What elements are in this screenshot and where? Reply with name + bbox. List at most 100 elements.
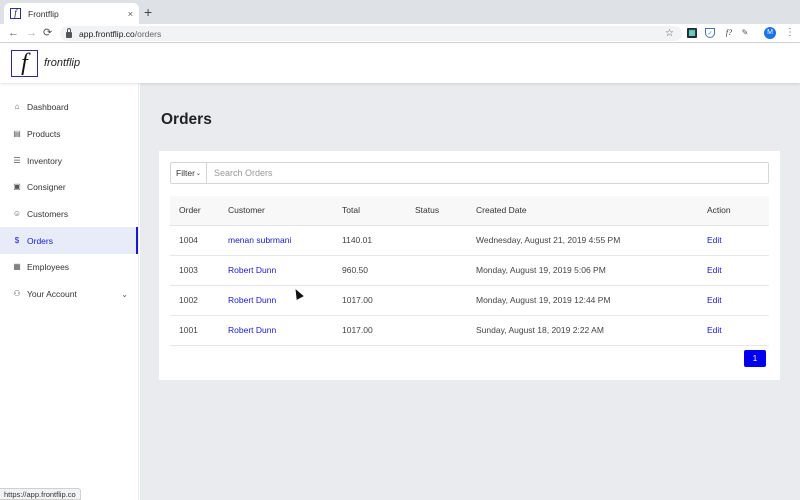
chevron-down-icon[interactable]: ⌄: [121, 290, 128, 299]
table-row: 1003 Robert Dunn 960.50 Monday, August 1…: [170, 255, 769, 286]
sidebar-item-orders[interactable]: $ Orders: [0, 227, 138, 255]
created-date: Monday, August 19, 2019 12:44 PM: [476, 285, 707, 316]
browser-menu-icon[interactable]: ⋮: [785, 27, 795, 39]
order-total: 960.50: [342, 255, 415, 286]
edit-link[interactable]: Edit: [707, 325, 722, 335]
created-date: Sunday, August 18, 2019 2:22 AM: [476, 315, 707, 346]
sidebar: ⌂ Dashboard ▤ Products ☰ Inventory ▣ Con…: [0, 83, 139, 500]
forward-arrow-icon[interactable]: →: [26, 26, 37, 41]
column-header-action: Action: [707, 196, 769, 226]
order-status: [415, 225, 476, 256]
sidebar-item-label: Employees: [27, 262, 70, 273]
status-bar-url: https://app.frontflip.co: [0, 488, 81, 500]
home-icon: ⌂: [14, 102, 20, 112]
page-title: Orders: [161, 111, 212, 128]
sidebar-item-label: Inventory: [27, 155, 62, 166]
filter-button[interactable]: Filter ⌄: [170, 162, 207, 184]
sidebar-item-your-account[interactable]: ⚇ Your Account ⌄: [0, 281, 138, 308]
order-number: 1004: [170, 225, 228, 256]
pagination-page-button[interactable]: 1: [744, 350, 766, 367]
table-header-row: Order Customer Total Status Created Date…: [170, 196, 769, 226]
order-status: [415, 255, 476, 286]
sidebar-item-label: Dashboard: [27, 102, 69, 113]
column-header-order[interactable]: Order: [170, 196, 228, 226]
order-total: 1017.00: [342, 315, 415, 346]
smiley-icon: ☺: [12, 209, 22, 219]
customer-link[interactable]: Robert Dunn: [228, 315, 342, 346]
sidebar-item-dashboard[interactable]: ⌂ Dashboard: [0, 94, 138, 121]
badge-icon: ▦: [13, 262, 21, 272]
url-text: app.frontflip.co/orders: [79, 29, 161, 39]
extension-grid-icon[interactable]: ▦: [687, 28, 697, 38]
sidebar-item-label: Customers: [27, 209, 69, 220]
browser-toolbar: ← → ⟳ app.frontflip.co/orders ☆ ▦ ✓ f? ✎…: [0, 24, 800, 43]
filter-label: Filter: [176, 168, 195, 178]
sidebar-item-customers[interactable]: ☺ Customers: [0, 201, 138, 228]
frontflip-logo[interactable]: f: [11, 50, 38, 77]
sidebar-item-label: Products: [27, 129, 61, 140]
order-status: [415, 315, 476, 346]
main-content: Orders Filter ⌄ Order Customer Total Sta…: [140, 83, 800, 500]
customer-link[interactable]: Robert Dunn: [228, 285, 342, 316]
browser-tabstrip: f Frontflip × +: [0, 0, 800, 24]
bookmark-star-icon[interactable]: ☆: [665, 26, 674, 41]
extension-eyedropper-icon[interactable]: ✎: [740, 28, 750, 38]
created-date: Monday, August 19, 2019 5:06 PM: [476, 255, 707, 286]
id-card-icon: ▣: [13, 182, 21, 192]
extension-f-icon[interactable]: f?: [722, 28, 736, 38]
address-bar[interactable]: app.frontflip.co/orders ☆: [60, 26, 682, 41]
table-row: 1002 Robert Dunn 1017.00 Monday, August …: [170, 285, 769, 316]
sidebar-item-consigner[interactable]: ▣ Consigner: [0, 174, 138, 201]
column-header-status[interactable]: Status: [415, 196, 476, 226]
edit-link[interactable]: Edit: [707, 265, 722, 275]
sidebar-item-label: Your Account: [27, 289, 77, 300]
order-status: [415, 285, 476, 316]
list-icon: ☰: [13, 155, 21, 165]
customer-name[interactable]: Robert Dunn: [228, 265, 276, 275]
tab-title: Frontflip: [28, 8, 59, 19]
frontflip-favicon-icon: f: [10, 8, 21, 19]
user-icon: ⚇: [13, 289, 21, 299]
tab-close-icon[interactable]: ×: [128, 9, 133, 19]
dollar-circle-icon: $: [14, 235, 20, 245]
edit-link[interactable]: Edit: [707, 235, 722, 245]
sidebar-item-inventory[interactable]: ☰ Inventory: [0, 147, 138, 174]
back-arrow-icon[interactable]: ←: [8, 26, 19, 41]
chevron-down-icon: ⌄: [195, 170, 201, 177]
order-total: 1140.01: [342, 225, 415, 256]
orders-table: Order Customer Total Status Created Date…: [170, 196, 769, 346]
order-total: 1017.00: [342, 285, 415, 316]
reload-icon[interactable]: ⟳: [43, 26, 52, 41]
extension-shield-icon[interactable]: ✓: [705, 28, 715, 38]
customer-name[interactable]: menan subrmani: [228, 235, 291, 245]
browser-tab[interactable]: f Frontflip ×: [4, 3, 139, 24]
created-date: Wednesday, August 21, 2019 4:55 PM: [476, 225, 707, 256]
order-number: 1002: [170, 285, 228, 316]
column-header-total[interactable]: Total: [342, 196, 415, 226]
table-row: 1004 menan subrmani 1140.01 Wednesday, A…: [170, 225, 769, 256]
sidebar-item-employees[interactable]: ▦ Employees: [0, 254, 138, 281]
new-tab-icon[interactable]: +: [144, 4, 152, 20]
url-host: app.frontflip.co: [79, 28, 135, 39]
customer-link[interactable]: menan subrmani: [228, 225, 342, 256]
table-row: 1001 Robert Dunn 1017.00 Sunday, August …: [170, 315, 769, 346]
column-header-customer[interactable]: Customer: [228, 196, 342, 226]
document-icon: ▤: [13, 129, 21, 139]
brand-name: frontflip: [44, 57, 81, 69]
sidebar-item-label: Consigner: [27, 182, 66, 193]
customer-name[interactable]: Robert Dunn: [228, 295, 276, 305]
customer-link[interactable]: Robert Dunn: [228, 255, 342, 286]
column-header-created-date[interactable]: Created Date: [476, 196, 707, 226]
order-number: 1003: [170, 255, 228, 286]
app-header: f frontflip: [0, 44, 800, 83]
search-orders-input[interactable]: [207, 162, 769, 184]
sidebar-item-label: Orders: [27, 235, 53, 246]
sidebar-nav: ⌂ Dashboard ▤ Products ☰ Inventory ▣ Con…: [0, 94, 138, 308]
edit-link[interactable]: Edit: [707, 295, 722, 305]
lock-icon: [66, 27, 72, 38]
profile-avatar[interactable]: M: [764, 27, 776, 39]
sidebar-item-products[interactable]: ▤ Products: [0, 121, 138, 148]
url-path: /orders: [134, 28, 162, 39]
orders-card: Filter ⌄ Order Customer Total Status Cre…: [159, 151, 780, 380]
customer-name[interactable]: Robert Dunn: [228, 325, 276, 335]
